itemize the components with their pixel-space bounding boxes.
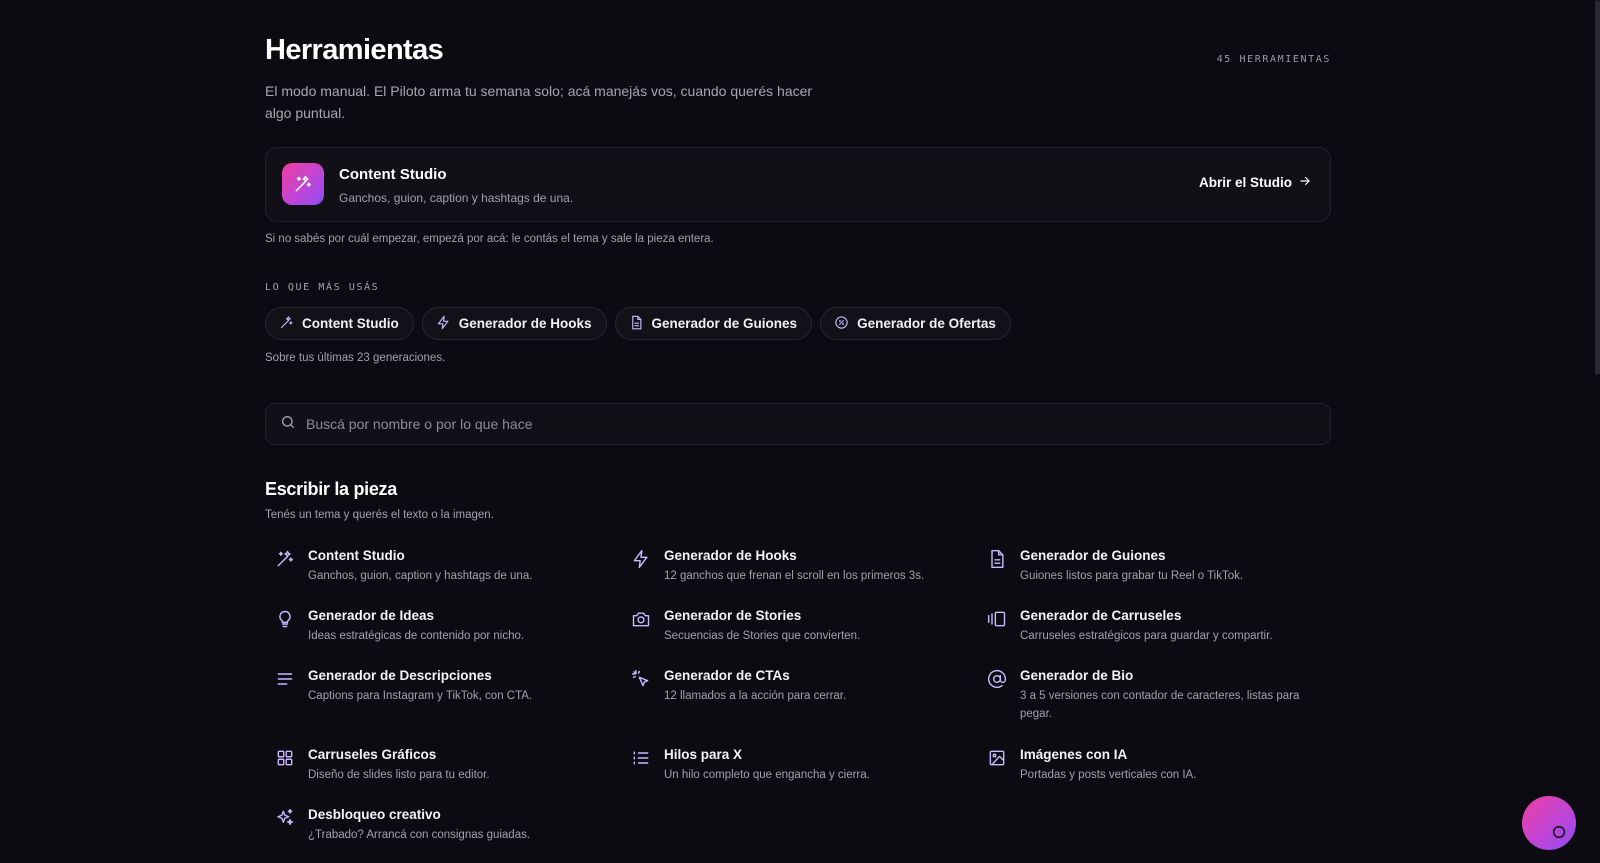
document-icon	[991, 549, 1004, 569]
category-description: Tenés un tema y querés el texto o la ima…	[265, 509, 494, 521]
search-input[interactable]	[306, 416, 1306, 432]
magic-wand-icon	[282, 163, 324, 205]
chip-generador-de-guiones[interactable]: Generador de Guiones	[614, 307, 813, 340]
tool-generador-de-bio[interactable]: Generador de Bio 3 a 5 versiones con cont…	[987, 665, 1343, 744]
list-icon	[633, 751, 649, 765]
tool-name: Generador de Stories	[664, 608, 802, 623]
document-icon	[629, 315, 644, 333]
tool-name: Generador de Hooks	[664, 548, 797, 563]
chip-label: Generador de Guiones	[651, 316, 798, 331]
tool-description: Ideas estratégicas de contenido por nich…	[308, 630, 525, 642]
studio-hint: Si no sabés por cuál empezar, empezá por…	[265, 233, 714, 245]
tool-hilos-para-x[interactable]: Hilos para X Un hilo completo que enganch…	[631, 744, 987, 804]
carousel-icon	[987, 611, 1006, 627]
tool-description: Secuencias de Stories que convierten.	[664, 630, 861, 642]
content-studio-description: Ganchos, guion, caption y hashtags de un…	[339, 191, 574, 205]
search-bar[interactable]	[265, 403, 1331, 445]
tool-description: Portadas y posts verticales con IA.	[1020, 769, 1197, 781]
tool-description: 12 ganchos que frenan el scroll en los p…	[664, 570, 925, 582]
tool-name: Generador de Ideas	[308, 608, 435, 623]
chip-content-studio[interactable]: Content Studio	[265, 307, 414, 340]
lightbulb-icon	[279, 610, 291, 628]
tool-name: Hilos para X	[664, 747, 743, 762]
tool-name: Generador de Guiones	[1020, 548, 1166, 563]
tool-imagenes-con-ia[interactable]: Imágenes con IA Portadas y posts vertical…	[987, 744, 1343, 804]
tool-generador-de-ideas[interactable]: Generador de Ideas Ideas estratégicas de …	[275, 605, 631, 665]
most-used-chips: Content Studio Generador de Hooks Genera…	[265, 307, 1011, 340]
chip-label: Content Studio	[302, 316, 399, 331]
arrow-right-icon	[1298, 174, 1312, 191]
text-lines-icon	[277, 673, 293, 685]
image-icon	[989, 750, 1005, 766]
tool-content-studio[interactable]: Content Studio Ganchos, guion, caption y …	[275, 545, 631, 605]
most-used-note: Sobre tus últimas 23 generaciones.	[265, 352, 446, 364]
tool-description: Carruseles estratégicos para guardar y c…	[1020, 630, 1273, 642]
tool-description: Ganchos, guion, caption y hashtags de un…	[308, 570, 533, 582]
tool-description: Un hilo completo que engancha y cierra.	[664, 769, 870, 781]
chip-generador-de-hooks[interactable]: Generador de Hooks	[421, 307, 607, 340]
magic-wand-icon	[277, 550, 293, 567]
page-subtitle: El modo manual. El Piloto arma tu semana…	[265, 83, 813, 121]
tool-generador-de-guiones[interactable]: Generador de Guiones Guiones listos para …	[987, 545, 1343, 605]
tool-description: 3 a 5 versiones con contador de caracter…	[1020, 690, 1300, 720]
tools-grid: Content Studio Ganchos, guion, caption y …	[275, 545, 1341, 863]
content-studio-card[interactable]: Content Studio Ganchos, guion, caption y…	[265, 147, 1331, 222]
open-studio-button[interactable]: Abrir el Studio	[1199, 174, 1312, 191]
tool-description: 12 llamados a la acción para cerrar.	[664, 690, 847, 702]
tools-page: Herramientas 45 HERRAMIENTAS El modo man…	[265, 0, 1331, 841]
chip-generador-de-ofertas[interactable]: Generador de Ofertas	[820, 307, 1011, 340]
camera-icon	[632, 612, 650, 627]
tool-desbloqueo-creativo[interactable]: Desbloqueo creativo ¿Trabado? Arrancá con…	[275, 804, 631, 863]
tool-name: Generador de Bio	[1020, 668, 1134, 683]
chat-fab-button[interactable]	[1522, 796, 1576, 850]
page-header: Herramientas 45 HERRAMIENTAS El modo man…	[265, 0, 1331, 125]
tool-description: Diseño de slides listo para tu editor.	[308, 769, 490, 781]
tool-name: Generador de Descripciones	[308, 668, 492, 683]
scrollbar[interactable]	[1595, 0, 1600, 375]
tool-name: Desbloqueo creativo	[308, 807, 441, 822]
tool-name: Generador de Carruseles	[1020, 608, 1182, 623]
content-studio-title: Content Studio	[339, 166, 447, 183]
magic-wand-icon	[279, 315, 294, 333]
lightning-icon	[436, 315, 451, 333]
search-icon	[280, 414, 296, 435]
tool-name: Generador de CTAs	[664, 668, 790, 683]
discount-badge-icon	[834, 315, 849, 333]
tool-description: ¿Trabado? Arrancá con consignas guiadas.	[308, 829, 531, 841]
lightning-icon	[633, 549, 648, 569]
chat-bubble-icon	[1552, 825, 1566, 839]
open-studio-label: Abrir el Studio	[1198, 175, 1292, 190]
tool-description: Guiones listos para grabar tu Reel o Tik…	[1020, 570, 1244, 582]
tool-generador-de-descripciones[interactable]: Generador de Descripciones Captions para …	[275, 665, 631, 744]
tool-name: Carruseles Gráficos	[308, 747, 437, 762]
grid-icon	[277, 750, 293, 766]
tool-carruseles-graficos[interactable]: Carruseles Gráficos Diseño de slides list…	[275, 744, 631, 804]
cursor-click-icon	[631, 669, 649, 687]
page-title: Herramientas	[265, 34, 444, 66]
at-sign-icon	[987, 670, 1007, 689]
tool-generador-de-stories[interactable]: Generador de Stories Secuencias de Storie…	[631, 605, 987, 665]
most-used-label: LO QUE MÁS USÁS	[265, 282, 380, 293]
chip-label: Generador de Hooks	[458, 316, 592, 331]
tool-generador-de-hooks[interactable]: Generador de Hooks 12 ganchos que frenan …	[631, 545, 987, 605]
tool-description: Captions para Instagram y TikTok, con CT…	[308, 690, 533, 702]
chip-label: Generador de Ofertas	[857, 316, 996, 331]
tool-generador-de-carruseles[interactable]: Generador de Carruseles Carruseles estrat…	[987, 605, 1343, 665]
tool-generador-de-ctas[interactable]: Generador de CTAs 12 llamados a la acción…	[631, 665, 987, 744]
tool-name: Imágenes con IA	[1020, 747, 1128, 762]
sparkles-icon	[277, 808, 294, 826]
category-title: Escribir la pieza	[265, 479, 397, 499]
tool-count: 45 HERRAMIENTAS	[1216, 54, 1331, 65]
tool-name: Content Studio	[308, 548, 405, 563]
